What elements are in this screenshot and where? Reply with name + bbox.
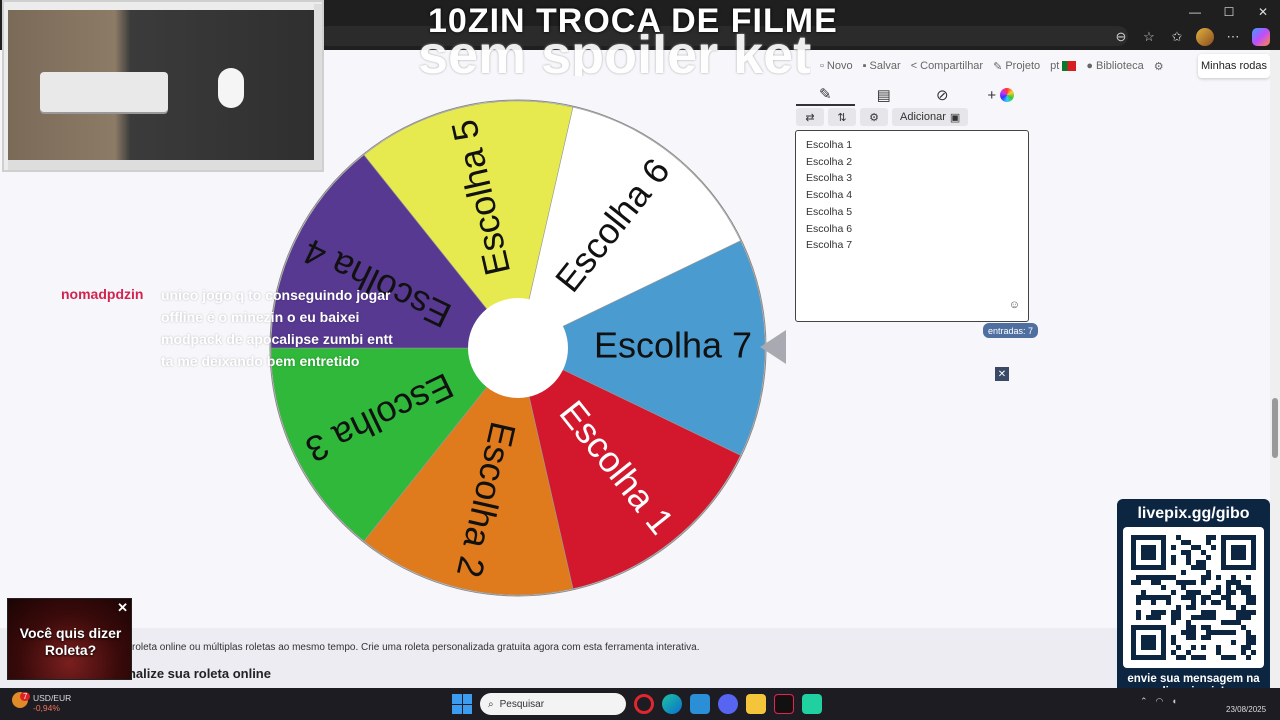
eye-off-icon: ⊘	[935, 87, 949, 104]
library-icon: ●	[1086, 60, 1094, 72]
search-placeholder: Pesquisar	[499, 698, 545, 710]
qr-code-icon	[1123, 527, 1264, 668]
wheel-segment-label: Escolha 7	[594, 325, 752, 366]
page-scrollbar[interactable]	[1270, 50, 1280, 688]
profile-avatar-icon[interactable]	[1196, 28, 1214, 46]
tab-colors[interactable]: +	[972, 84, 1031, 106]
page-heading: onalize sua roleta online	[120, 666, 271, 681]
page-description: roleta online ou múltiplas roletas ao me…	[132, 642, 700, 653]
my-wheels-button[interactable]: Minhas rodas	[1198, 54, 1270, 78]
image-icon: ▣	[949, 111, 961, 124]
edge-icon[interactable]	[662, 694, 682, 714]
stream-title: 10ZIN TROCA DE FILME	[428, 2, 838, 40]
wheel-center[interactable]	[468, 298, 568, 398]
page-scrollbar-thumb[interactable]	[1272, 398, 1278, 458]
nav-library[interactable]: ● Biblioteca	[1086, 60, 1143, 72]
windows-start-icon[interactable]	[452, 694, 472, 714]
emoji-icon[interactable]: ☺	[1009, 299, 1020, 311]
entry-line: Escolha 5	[806, 205, 853, 218]
mouse-image	[218, 68, 244, 108]
ad-text: Você quis dizer Roleta?	[19, 625, 122, 658]
share-icon[interactable]: ⊖	[1112, 28, 1130, 46]
keyboard-image	[40, 72, 168, 112]
save-icon: ▪	[862, 60, 867, 72]
shuffle-button[interactable]: ⇄	[796, 108, 824, 126]
wifi-icon[interactable]: ◠	[1156, 696, 1164, 707]
monitor-icon[interactable]	[690, 694, 710, 714]
tab-results[interactable]: ▤	[855, 84, 914, 106]
pencil-icon: ✎	[818, 86, 832, 103]
nav-language[interactable]: pt	[1050, 60, 1077, 72]
discord-icon[interactable]	[718, 694, 738, 714]
entries-count-badge: entradas: 7	[983, 323, 1039, 338]
chevron-up-icon[interactable]: ⌃	[1140, 696, 1148, 707]
tab-hide[interactable]: ⊘	[913, 84, 972, 106]
sort-button[interactable]: ⇅	[828, 108, 856, 126]
files-icon[interactable]	[746, 694, 766, 714]
entry-line: Escolha 1	[806, 139, 853, 151]
entries-toolbar: ⇄ ⇅ ⚙ Adicionar ▣	[796, 108, 969, 126]
nav-project[interactable]: ✎ Projeto	[993, 60, 1040, 73]
wheel-pointer-icon	[760, 330, 786, 364]
add-image-button[interactable]: Adicionar ▣	[892, 108, 969, 126]
minimize-button[interactable]: —	[1178, 0, 1212, 24]
more-icon[interactable]: ⋯	[1224, 28, 1242, 46]
close-window-button[interactable]: ✕	[1246, 0, 1280, 24]
livepix-url: livepix.gg/gibo	[1137, 505, 1250, 522]
sort-icon: ⇅	[837, 111, 847, 124]
taskbar-apps: ⌕ Pesquisar	[452, 692, 822, 716]
entry-line: Escolha 6	[806, 222, 853, 235]
copilot-icon[interactable]	[1252, 28, 1270, 46]
settings-button[interactable]: ⚙	[860, 108, 888, 126]
entry-line: Escolha 7	[806, 239, 853, 252]
opera-icon[interactable]	[634, 694, 654, 714]
share-icon: <	[910, 60, 918, 72]
browser-toolbar-icons: ⊖ ☆ ✩ ⋯	[1112, 26, 1270, 48]
new-icon: ▫	[820, 60, 824, 72]
taskbar-search[interactable]: ⌕ Pesquisar	[480, 693, 626, 715]
project-icon: ✎	[993, 60, 1003, 73]
volume-icon[interactable]: ◖	[1171, 696, 1176, 707]
ad-popup[interactable]: Você quis dizer Roleta? ✕	[7, 598, 132, 680]
maximize-button[interactable]: ☐	[1212, 0, 1246, 24]
favorites-icon[interactable]: ✩	[1168, 28, 1186, 46]
taskbar-date: 23/08/2025	[1226, 705, 1267, 714]
tiktok-icon[interactable]	[774, 694, 794, 714]
entry-line: Escolha 4	[806, 189, 853, 202]
ticker-widget[interactable]: USD/EUR -0,94%	[33, 693, 71, 713]
entry-line: Escolha 2	[806, 155, 853, 168]
nav-save[interactable]: ▪ Salvar	[863, 60, 901, 72]
livepix-panel: livepix.gg/gibo envie sua mensagem na li…	[1117, 499, 1270, 704]
editor-tabs: ✎ ▤ ⊘ +	[796, 84, 1030, 106]
ticker-change: -0,94%	[33, 703, 60, 713]
site-nav: ▫ Novo ▪ Salvar < Compartilhar ✎ Projeto pt …	[820, 56, 1164, 76]
close-icon[interactable]: ✕	[117, 600, 128, 616]
nav-share[interactable]: < Compartilhar	[911, 60, 983, 72]
clipboard-icon: ▤	[876, 87, 891, 104]
search-icon: ⌕	[488, 698, 494, 710]
chat-message: unico jogo q to conseguindo jogar offlin…	[161, 287, 393, 369]
entries-textarea[interactable]: Escolha 1 Escolha 2 Escolha 3 Escolha 4 …	[795, 130, 1029, 322]
chat-username: nomadpdzin	[61, 286, 144, 302]
tab-edit[interactable]: ✎	[796, 84, 855, 106]
shuffle-icon: ⇄	[805, 111, 815, 124]
color-palette-icon	[1000, 88, 1015, 102]
settings-icon[interactable]: ⚙	[1154, 60, 1164, 73]
close-icon[interactable]: ✕	[995, 367, 1009, 381]
nav-new[interactable]: ▫ Novo	[820, 60, 853, 72]
system-tray: ⌃ ◠ ◖	[1140, 696, 1177, 707]
settings-icon: ⚙	[869, 111, 879, 124]
app-icon[interactable]	[802, 694, 822, 714]
window-controls: — ☐ ✕	[1178, 0, 1280, 24]
flag-portugal-icon	[1062, 61, 1077, 71]
entry-line: Escolha 3	[806, 172, 853, 185]
ticker-name: USD/EUR	[33, 693, 72, 703]
star-icon[interactable]: ☆	[1140, 28, 1158, 46]
